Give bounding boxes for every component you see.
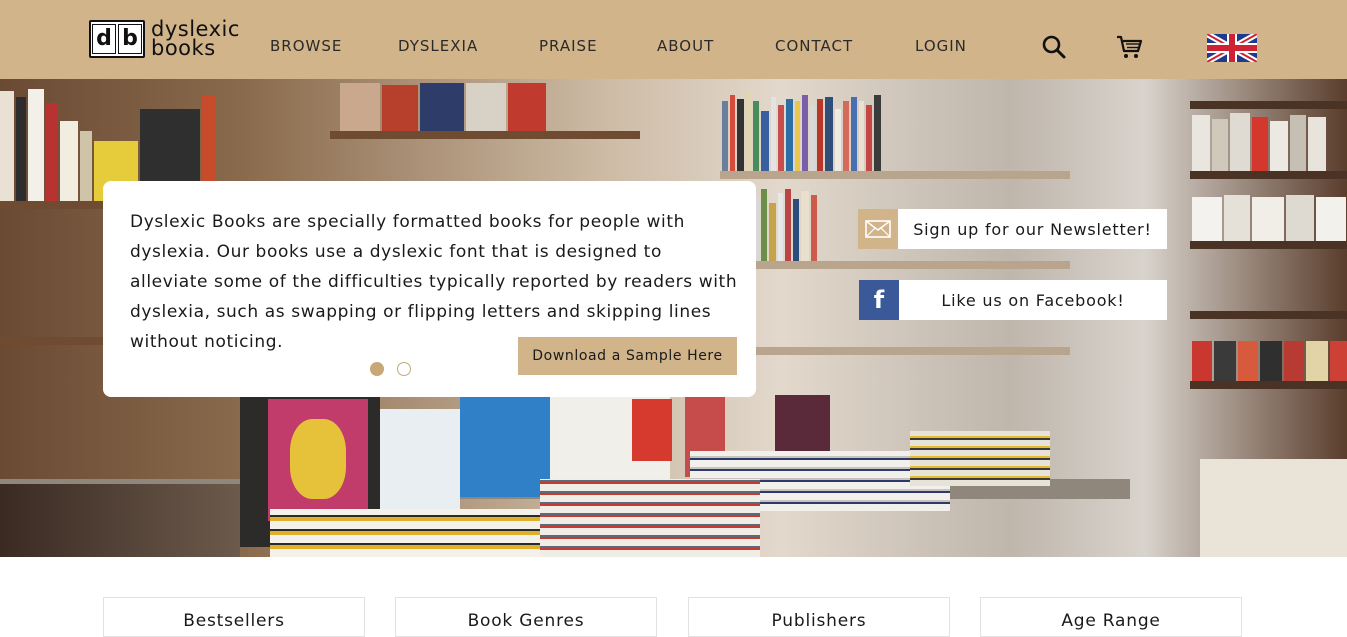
- site-logo[interactable]: db dyslexic books: [89, 18, 240, 60]
- book-stack: [460, 397, 550, 497]
- book-stack: [1200, 459, 1347, 557]
- newsletter-label: Sign up for our Newsletter!: [913, 219, 1152, 239]
- slide-dot-1[interactable]: [370, 362, 384, 376]
- shelf: [1190, 171, 1347, 179]
- shelf: [720, 171, 1070, 179]
- book-stack: [540, 479, 760, 557]
- logo-letter-d: d: [92, 24, 116, 54]
- slide-dot-2[interactable]: [397, 362, 411, 376]
- facebook-label: Like us on Facebook!: [941, 290, 1125, 310]
- shelf: [330, 131, 640, 139]
- shelf: [1190, 311, 1347, 319]
- logo-name-line2: books: [151, 36, 216, 60]
- nav-browse[interactable]: BROWSE: [270, 37, 342, 55]
- nav-praise[interactable]: PRAISE: [539, 37, 598, 55]
- facebook-like-button[interactable]: f Like us on Facebook!: [859, 280, 1167, 320]
- envelope-icon: [858, 209, 898, 249]
- book-row: [1192, 329, 1347, 381]
- newsletter-signup-button[interactable]: Sign up for our Newsletter!: [858, 209, 1167, 249]
- shelf: [1190, 101, 1347, 109]
- uk-flag-icon[interactable]: [1207, 34, 1257, 62]
- shelf: [1190, 381, 1347, 389]
- book-row: [722, 87, 883, 171]
- category-book-genres[interactable]: Book Genres: [395, 597, 657, 637]
- book-stack: [0, 484, 240, 557]
- logo-wordmark: dyslexic books: [151, 19, 240, 60]
- category-bestsellers[interactable]: Bestsellers: [103, 597, 365, 637]
- book-row: [1192, 189, 1347, 241]
- intro-description: Dyslexic Books are specially formatted b…: [130, 212, 738, 352]
- nav-login[interactable]: LOGIN: [915, 37, 967, 55]
- shelf: [1190, 241, 1347, 249]
- book-row: [1192, 109, 1328, 171]
- category-publishers[interactable]: Publishers: [688, 597, 950, 637]
- facebook-icon: f: [859, 280, 899, 320]
- nav-dyslexia[interactable]: DYSLEXIA: [398, 37, 478, 55]
- site-header: db dyslexic books BROWSE DYSLEXIA PRAISE…: [0, 0, 1347, 79]
- book-stack: [270, 509, 570, 557]
- intro-card: Dyslexic Books are specially formatted b…: [103, 181, 756, 397]
- logo-mark: db: [89, 20, 145, 58]
- book-stack: [380, 409, 460, 519]
- search-icon[interactable]: [1040, 33, 1068, 61]
- shelf: [0, 337, 110, 345]
- nav-contact[interactable]: CONTACT: [775, 37, 853, 55]
- book-row: [340, 79, 548, 131]
- shelf: [720, 347, 1070, 355]
- download-sample-button[interactable]: Download a Sample Here: [518, 337, 737, 375]
- logo-letter-b: b: [118, 24, 142, 54]
- shelf: [720, 261, 1070, 269]
- slider-dots: [370, 362, 411, 376]
- book-stack: [290, 419, 346, 499]
- category-age-range[interactable]: Age Range: [980, 597, 1242, 637]
- book-stack: [910, 431, 1050, 486]
- book-stack: [632, 399, 672, 461]
- nav-about[interactable]: ABOUT: [657, 37, 714, 55]
- hero-banner: Dyslexic Books are specially formatted b…: [0, 79, 1347, 557]
- cart-icon[interactable]: [1115, 33, 1143, 61]
